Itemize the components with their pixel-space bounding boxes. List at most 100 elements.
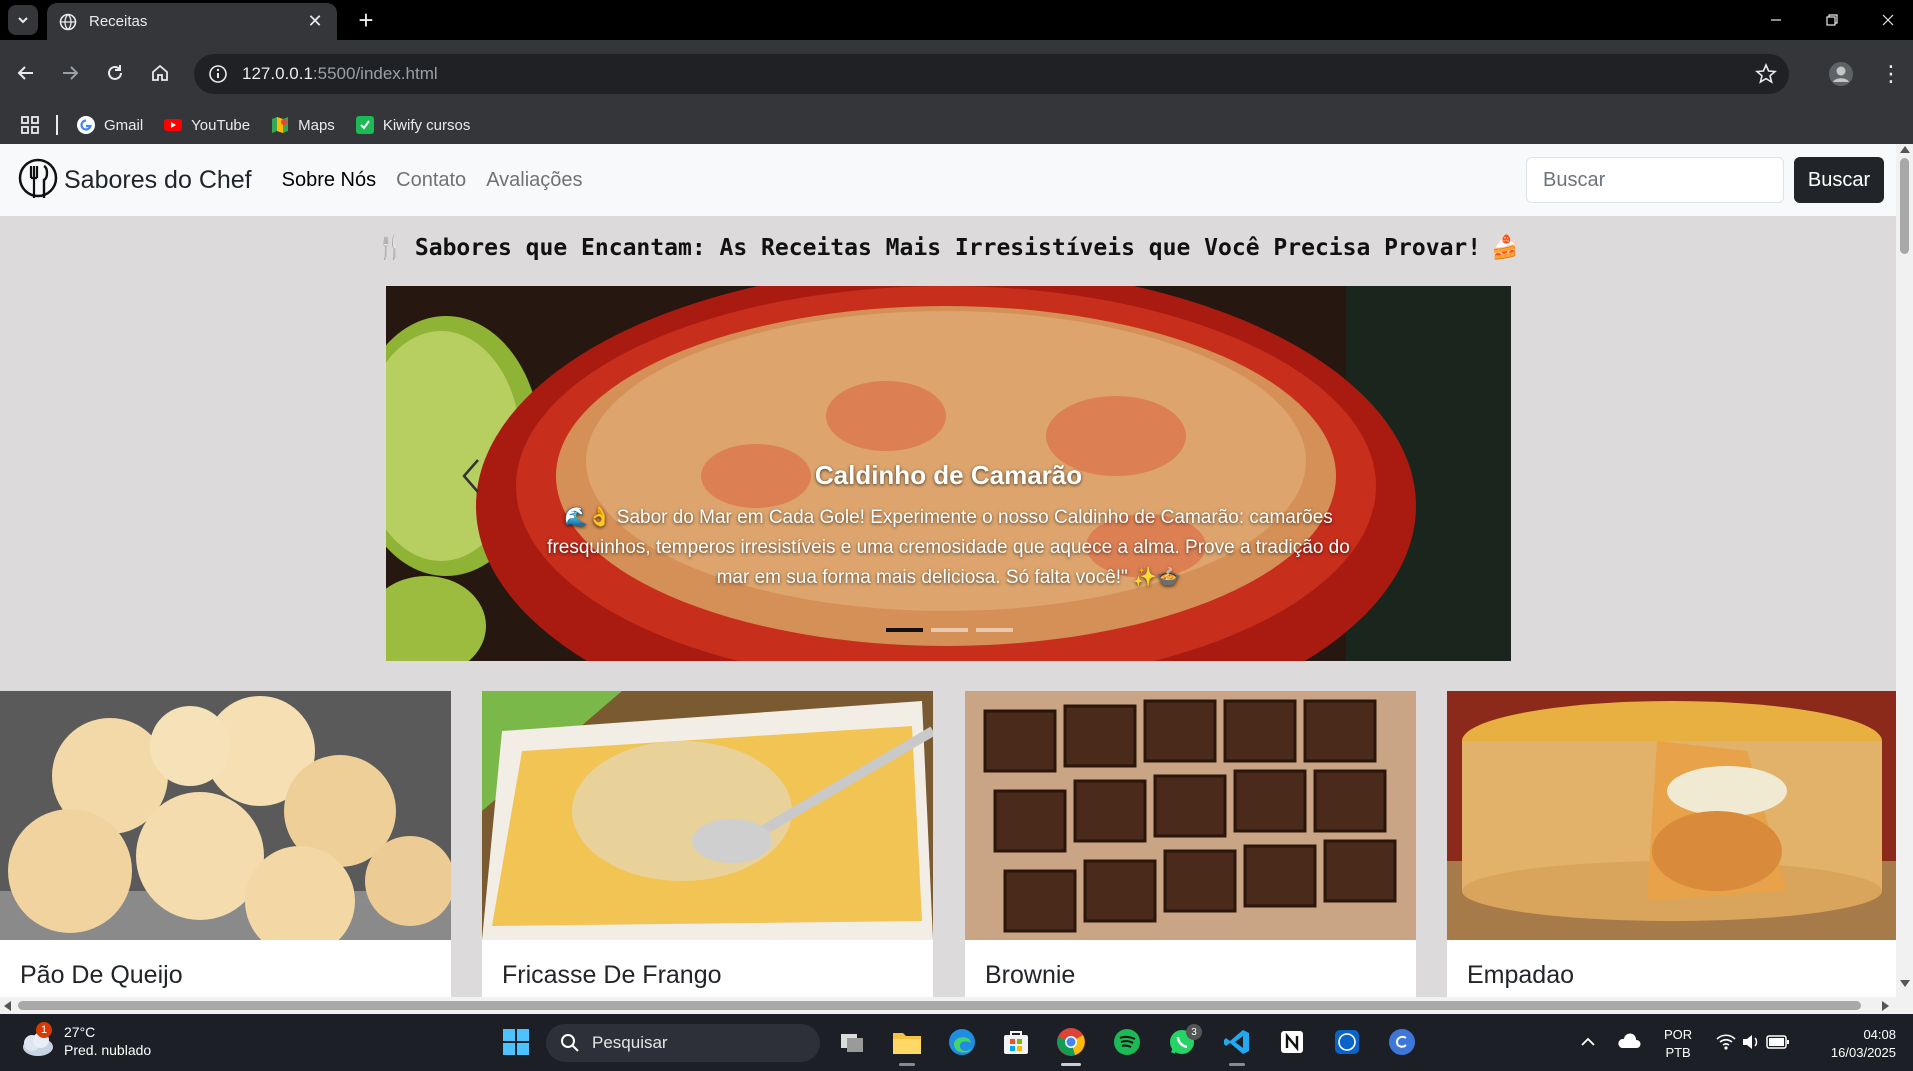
weather-widget[interactable]: 1 27°C Pred. nublado — [18, 1022, 151, 1060]
scrollbar-thumb[interactable] — [18, 1001, 1861, 1010]
page-viewport: Sabores do Chef Sobre Nós Contato Avalia… — [0, 144, 1913, 1014]
bookmark-maps[interactable]: Maps — [270, 115, 335, 135]
bookmark-gmail[interactable]: Gmail — [76, 115, 143, 135]
carousel-indicator[interactable] — [976, 628, 1013, 632]
taskbar-search-placeholder: Pesquisar — [592, 1033, 668, 1052]
back-button[interactable] — [8, 55, 44, 91]
scrollbar-thumb[interactable] — [1900, 158, 1909, 254]
arrow-left-icon — [17, 66, 33, 80]
scroll-up-icon[interactable] — [1900, 146, 1910, 153]
apps-grid-icon[interactable] — [20, 115, 40, 135]
carousel-indicator[interactable] — [931, 628, 968, 632]
address-bar[interactable]: 127.0.0.1:5500/index.html — [194, 54, 1789, 94]
info-icon[interactable] — [208, 64, 228, 84]
kiwify-icon — [355, 116, 374, 134]
card-title: Brownie — [985, 961, 1076, 989]
battery-icon[interactable] — [1766, 1034, 1790, 1050]
nav-link-sobre[interactable]: Sobre Nós — [282, 169, 377, 192]
close-icon — [1882, 14, 1894, 26]
recipe-card[interactable]: Brownie — [965, 691, 1416, 1001]
running-indicator — [899, 1063, 915, 1066]
reload-icon — [108, 65, 122, 80]
search-button[interactable]: Buscar — [1794, 157, 1884, 203]
close-window-button[interactable] — [1860, 0, 1913, 40]
brand[interactable]: Sabores do Chef — [18, 158, 252, 202]
weather-badge: 1 — [36, 1022, 52, 1038]
folder-icon — [893, 1033, 921, 1054]
restore-button[interactable] — [1804, 0, 1860, 40]
brand-name: Sabores do Chef — [64, 165, 252, 194]
recipe-card[interactable]: Fricasse De Frango — [482, 691, 933, 1001]
youtube-icon — [164, 119, 183, 131]
volume-icon[interactable] — [1741, 1033, 1761, 1051]
onedrive-cloud-icon[interactable] — [1617, 1032, 1641, 1050]
card-title: Fricasse De Frango — [502, 961, 722, 989]
bookmark-star-icon[interactable] — [1755, 63, 1777, 85]
forward-button[interactable] — [52, 55, 88, 91]
google-icon — [77, 116, 95, 134]
carousel-indicator[interactable] — [886, 628, 923, 632]
start-button[interactable] — [500, 1026, 532, 1058]
reload-button[interactable] — [97, 55, 133, 91]
chef-logo-icon — [18, 158, 58, 198]
vertical-scrollbar[interactable] — [1896, 144, 1913, 1014]
bookmarks-divider — [56, 115, 58, 135]
chrome-button[interactable] — [1055, 1026, 1087, 1066]
system-clock[interactable]: 04:08 16/03/2025 — [1814, 1026, 1896, 1062]
headline-text: Sabores que Encantam: As Receitas Mais I… — [414, 235, 1482, 261]
edge-button[interactable] — [946, 1026, 978, 1058]
dell-icon — [1335, 1030, 1359, 1054]
bookmark-youtube[interactable]: YouTube — [163, 115, 250, 135]
canva-button[interactable] — [1386, 1026, 1418, 1058]
minimize-button[interactable] — [1748, 0, 1804, 40]
whatsapp-button[interactable]: 3 — [1166, 1024, 1202, 1058]
carousel-caption: Caldinho de Camarão 🌊👌 Sabor do Mar em C… — [536, 460, 1361, 593]
spotify-button[interactable] — [1111, 1026, 1143, 1058]
task-view-icon — [841, 1034, 863, 1052]
notion-button[interactable] — [1276, 1026, 1308, 1058]
store-icon — [1004, 1031, 1028, 1054]
weather-cloud-icon: 1 — [18, 1022, 56, 1060]
scroll-right-icon[interactable] — [1882, 1001, 1889, 1011]
recipe-card[interactable]: Pão De Queijo — [0, 691, 451, 1001]
browser-menu-icon[interactable]: ⋮ — [1878, 61, 1904, 87]
nav-link-contato[interactable]: Contato — [396, 169, 466, 192]
file-explorer-button[interactable] — [891, 1026, 923, 1066]
chevron-up-icon[interactable] — [1580, 1035, 1596, 1049]
bookmark-kiwify[interactable]: Kiwify cursos — [355, 115, 470, 135]
input-language[interactable]: POR PTB — [1664, 1026, 1692, 1062]
active-indicator — [1061, 1063, 1081, 1066]
recipe-carousel[interactable]: Caldinho de Camarão 🌊👌 Sabor do Mar em C… — [386, 286, 1511, 661]
browser-toolbar: 127.0.0.1:5500/index.html ⋮ — [0, 40, 1913, 106]
dell-button[interactable] — [1331, 1026, 1363, 1058]
windows-taskbar: 1 27°C Pred. nublado Pesquisar 3 POR PTB… — [0, 1014, 1913, 1071]
active-tab[interactable]: Receitas ✕ — [47, 3, 337, 40]
taskbar-search[interactable]: Pesquisar — [546, 1024, 820, 1062]
wifi-icon[interactable] — [1716, 1033, 1736, 1051]
scroll-down-icon[interactable] — [1900, 980, 1910, 987]
task-view-button[interactable] — [836, 1026, 868, 1058]
scroll-left-icon[interactable] — [4, 1001, 11, 1011]
microsoft-store-button[interactable] — [1000, 1026, 1032, 1058]
vscode-button[interactable] — [1221, 1026, 1253, 1066]
profile-icon[interactable] — [1828, 61, 1854, 87]
brownie-image — [965, 691, 1416, 940]
tab-search-button[interactable] — [8, 5, 38, 35]
horizontal-scrollbar[interactable] — [0, 997, 1896, 1014]
empadao-image — [1447, 691, 1898, 940]
canva-icon — [1389, 1029, 1415, 1055]
close-tab-icon[interactable]: ✕ — [305, 11, 325, 32]
carousel-title: Caldinho de Camarão — [814, 460, 1083, 490]
carousel-text: 🌊👌 Sabor do Mar em Cada Gole! Experiment… — [547, 507, 1350, 588]
tab-title: Receitas — [89, 13, 148, 30]
nav-link-avaliacoes[interactable]: Avaliações — [486, 169, 582, 192]
carousel-prev-icon[interactable] — [456, 456, 486, 496]
home-icon — [152, 64, 168, 81]
running-indicator — [1229, 1063, 1245, 1066]
home-button[interactable] — [142, 55, 178, 91]
recipe-card[interactable]: Empadao — [1447, 691, 1898, 1001]
bookmarks-bar: Gmail YouTube Maps Kiwify cursos — [0, 106, 1913, 144]
search-input[interactable] — [1526, 157, 1784, 203]
page-headline: 🍴 Sabores que Encantam: As Receitas Mais … — [0, 234, 1896, 261]
new-tab-button[interactable]: + — [352, 5, 380, 35]
